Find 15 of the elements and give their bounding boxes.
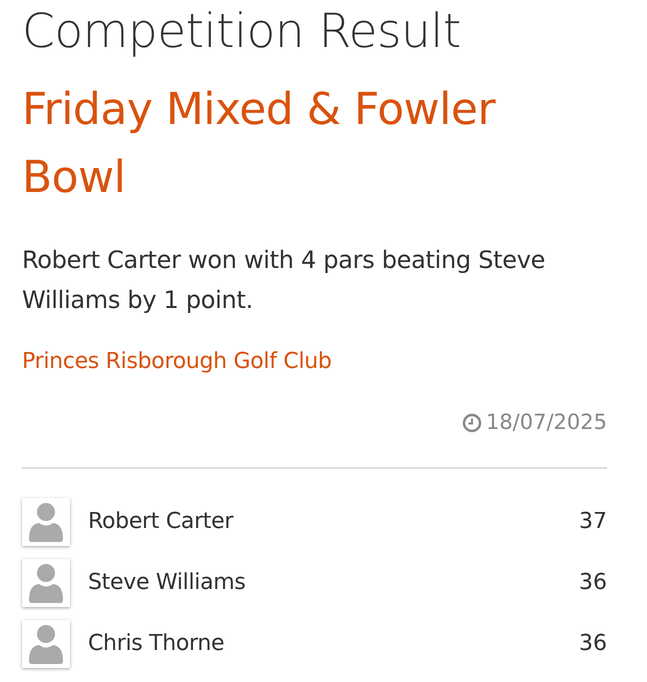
player-name: Chris Thorne <box>88 630 226 658</box>
club-link[interactable]: Princes Risborough Golf Club <box>22 349 332 374</box>
player-score: 37 <box>579 508 607 536</box>
avatar-icon <box>22 498 70 546</box>
result-summary: Robert Carter won with 4 pars beating Steve Williams by 1 point. <box>22 245 546 316</box>
player-score: 36 <box>579 630 607 658</box>
clock-icon <box>462 412 482 432</box>
player-score: 36 <box>579 569 607 597</box>
page-title: Competition Result <box>22 3 462 61</box>
player-name: Robert Carter <box>88 508 234 536</box>
avatar-icon <box>22 620 70 668</box>
competition-name: Friday Mixed & Fowler Bowl <box>22 83 497 205</box>
result-date: 18/07/2025 <box>486 409 607 436</box>
avatar-icon <box>22 559 70 607</box>
player-name: Steve Williams <box>88 569 247 597</box>
